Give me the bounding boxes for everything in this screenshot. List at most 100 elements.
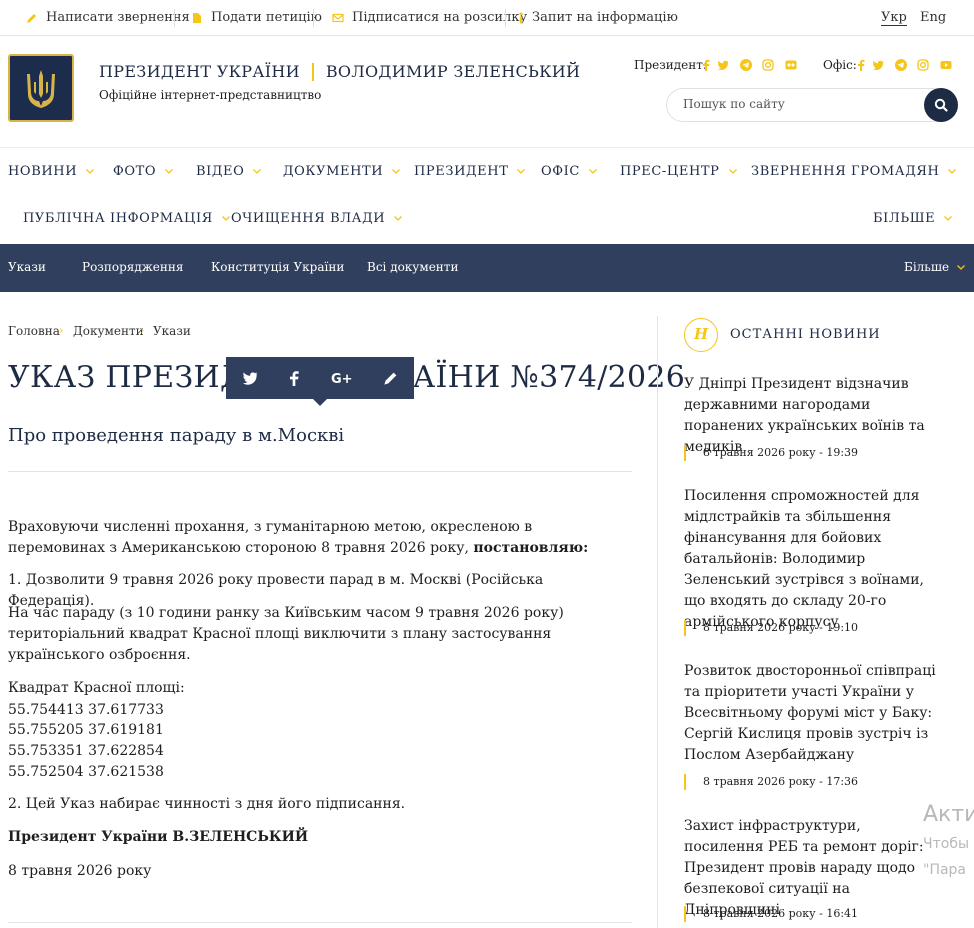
petition-label: Подати петицію	[211, 10, 322, 25]
subnav-constitution[interactable]: Конституція України	[211, 260, 344, 274]
chevron-down-icon	[253, 169, 262, 174]
nav-citizen-appeals[interactable]: ЗВЕРНЕННЯ ГРОМАДЯН	[751, 164, 957, 179]
coords-label: Квадрат Красної площі:	[8, 680, 185, 696]
coord-line: 55.753351 37.622854	[8, 743, 164, 759]
title-divider	[311, 62, 314, 81]
subnav-orders[interactable]: Розпорядження	[82, 260, 183, 274]
decree-subtitle: Про проведення параду в м.Москві	[8, 425, 345, 446]
facebook-icon[interactable]	[855, 59, 867, 71]
subnav-more[interactable]: Більше	[904, 260, 966, 274]
breadcrumb-decrees[interactable]: Укази	[153, 324, 191, 338]
search-box	[666, 88, 958, 122]
nav-office-label: ОФІС	[541, 164, 580, 179]
search-input[interactable]	[683, 97, 913, 111]
decree-preamble-text: Враховуючи численні прохання, з гуманіта…	[8, 519, 533, 556]
site-title-right: ВОЛОДИМИР ЗЕЛЕНСЬКИЙ	[325, 62, 581, 81]
twitter-icon[interactable]	[717, 59, 729, 71]
nav-more[interactable]: БІЛЬШЕ	[873, 211, 953, 226]
decree-preamble: Враховуючи численні прохання, з гуманіта…	[8, 517, 632, 559]
divider	[313, 9, 314, 27]
subnav-decrees[interactable]: Укази	[8, 260, 46, 274]
telegram-icon[interactable]	[740, 59, 752, 71]
pencil-icon	[27, 13, 36, 23]
nav-lustration[interactable]: ОЧИЩЕННЯ ВЛАДИ	[231, 211, 403, 226]
lang-ukr[interactable]: Укр	[881, 10, 907, 26]
facebook-icon[interactable]	[286, 370, 302, 386]
nav-news[interactable]: НОВИНИ	[8, 164, 95, 179]
envelope-icon	[332, 13, 344, 22]
decree-clause-2: 2. Цей Указ набирає чинності з дня його …	[8, 796, 406, 812]
google-plus-icon[interactable]: G+	[331, 370, 353, 386]
share-popup: G+	[226, 357, 414, 406]
coord-line: 55.755205 37.619181	[8, 722, 164, 738]
divider	[8, 922, 632, 923]
decree-signature: Президент України В.ЗЕЛЕНСЬКИЙ	[8, 829, 309, 845]
subnav-more-label: Більше	[904, 260, 950, 274]
svg-text:G+: G+	[331, 372, 353, 386]
nav-public-info-label: ПУБЛІЧНА ІНФОРМАЦІЯ	[23, 211, 213, 226]
site-title-left: ПРЕЗИДЕНТ УКРАЇНИ	[99, 62, 300, 81]
news-icon-letter: Н	[694, 325, 709, 343]
nav-documents[interactable]: ДОКУМЕНТИ	[283, 164, 401, 179]
telegram-icon[interactable]	[895, 59, 907, 71]
nav-lustration-label: ОЧИЩЕННЯ ВЛАДИ	[231, 211, 386, 226]
nav-video-label: ВІДЕО	[196, 164, 245, 179]
nav-public-info[interactable]: ПУБЛІЧНА ІНФОРМАЦІЯ	[23, 211, 230, 226]
instagram-icon[interactable]	[917, 59, 929, 71]
chevron-down-icon	[588, 169, 597, 174]
instagram-icon[interactable]	[762, 59, 774, 71]
flickr-icon[interactable]	[785, 59, 797, 71]
coat-of-arms-logo[interactable]	[8, 54, 74, 122]
nav-office[interactable]: ОФІС	[541, 164, 597, 179]
breadcrumb-separator-icon: ›	[140, 324, 145, 337]
divider	[505, 9, 506, 27]
decree-date: 8 травня 2026 року	[8, 863, 152, 879]
lang-eng[interactable]: Eng	[920, 10, 946, 25]
column-divider	[657, 316, 658, 928]
nav-more-label: БІЛЬШЕ	[873, 211, 936, 226]
youtube-icon[interactable]	[940, 59, 952, 71]
nav-photo-label: ФОТО	[113, 164, 157, 179]
site-subtitle: Офіційне інтернет-представництво	[99, 88, 322, 102]
chevron-down-icon	[221, 216, 230, 221]
facebook-icon[interactable]	[700, 59, 712, 71]
nav-news-label: НОВИНИ	[8, 164, 78, 179]
nav-citizen-appeals-label: ЗВЕРНЕННЯ ГРОМАДЯН	[751, 164, 940, 179]
search-button[interactable]	[924, 88, 958, 122]
chevron-down-icon	[957, 264, 966, 270]
info-request-link[interactable]: Запит на інформацію	[518, 10, 678, 25]
nav-divider	[0, 147, 974, 148]
chevron-down-icon	[392, 169, 401, 174]
nav-president-label: ПРЕЗИДЕНТ	[414, 164, 509, 179]
nav-president[interactable]: ПРЕЗИДЕНТ	[414, 164, 526, 179]
nav-press-center[interactable]: ПРЕС-ЦЕНТР	[620, 164, 737, 179]
president-social-label: Президент:	[634, 58, 707, 72]
subscribe-label: Підписатися на розсилку	[352, 10, 528, 25]
pencil-icon[interactable]	[383, 370, 399, 386]
documents-subnav: Укази Розпорядження Конституція України …	[0, 244, 974, 292]
decree-clause-1-detail: На час параду (з 10 години ранку за Київ…	[8, 605, 564, 663]
document-icon	[193, 12, 201, 23]
activation-watermark-line: "Пара	[923, 862, 967, 878]
chevron-down-icon	[86, 169, 95, 174]
coord-line: 55.754413 37.617733	[8, 702, 164, 718]
breadcrumb-documents[interactable]: Документи	[73, 324, 144, 338]
chevron-down-icon	[944, 216, 953, 221]
breadcrumb-home[interactable]: Головна	[8, 324, 60, 338]
nav-video[interactable]: ВІДЕО	[196, 164, 262, 179]
nav-press-center-label: ПРЕС-ЦЕНТР	[620, 164, 720, 179]
petition-link[interactable]: Подати петицію	[191, 10, 322, 25]
office-social-label: Офіс:	[823, 58, 857, 72]
chevron-down-icon	[394, 216, 403, 221]
news-item-title[interactable]: Посилення спроможностей для мідлстрайків…	[684, 486, 946, 633]
news-item-title[interactable]: Розвиток двосторонньої співпраці та пріо…	[684, 661, 954, 766]
share-popup-arrow	[313, 399, 327, 406]
write-appeal-link[interactable]: Написати звернення	[26, 10, 190, 25]
subnav-all-documents[interactable]: Всі документи	[367, 260, 458, 274]
twitter-icon[interactable]	[242, 370, 258, 386]
info-icon	[519, 12, 523, 23]
chevron-down-icon	[948, 169, 957, 174]
nav-photo[interactable]: ФОТО	[113, 164, 174, 179]
twitter-icon[interactable]	[872, 59, 884, 71]
subscribe-link[interactable]: Підписатися на розсилку	[332, 10, 527, 25]
